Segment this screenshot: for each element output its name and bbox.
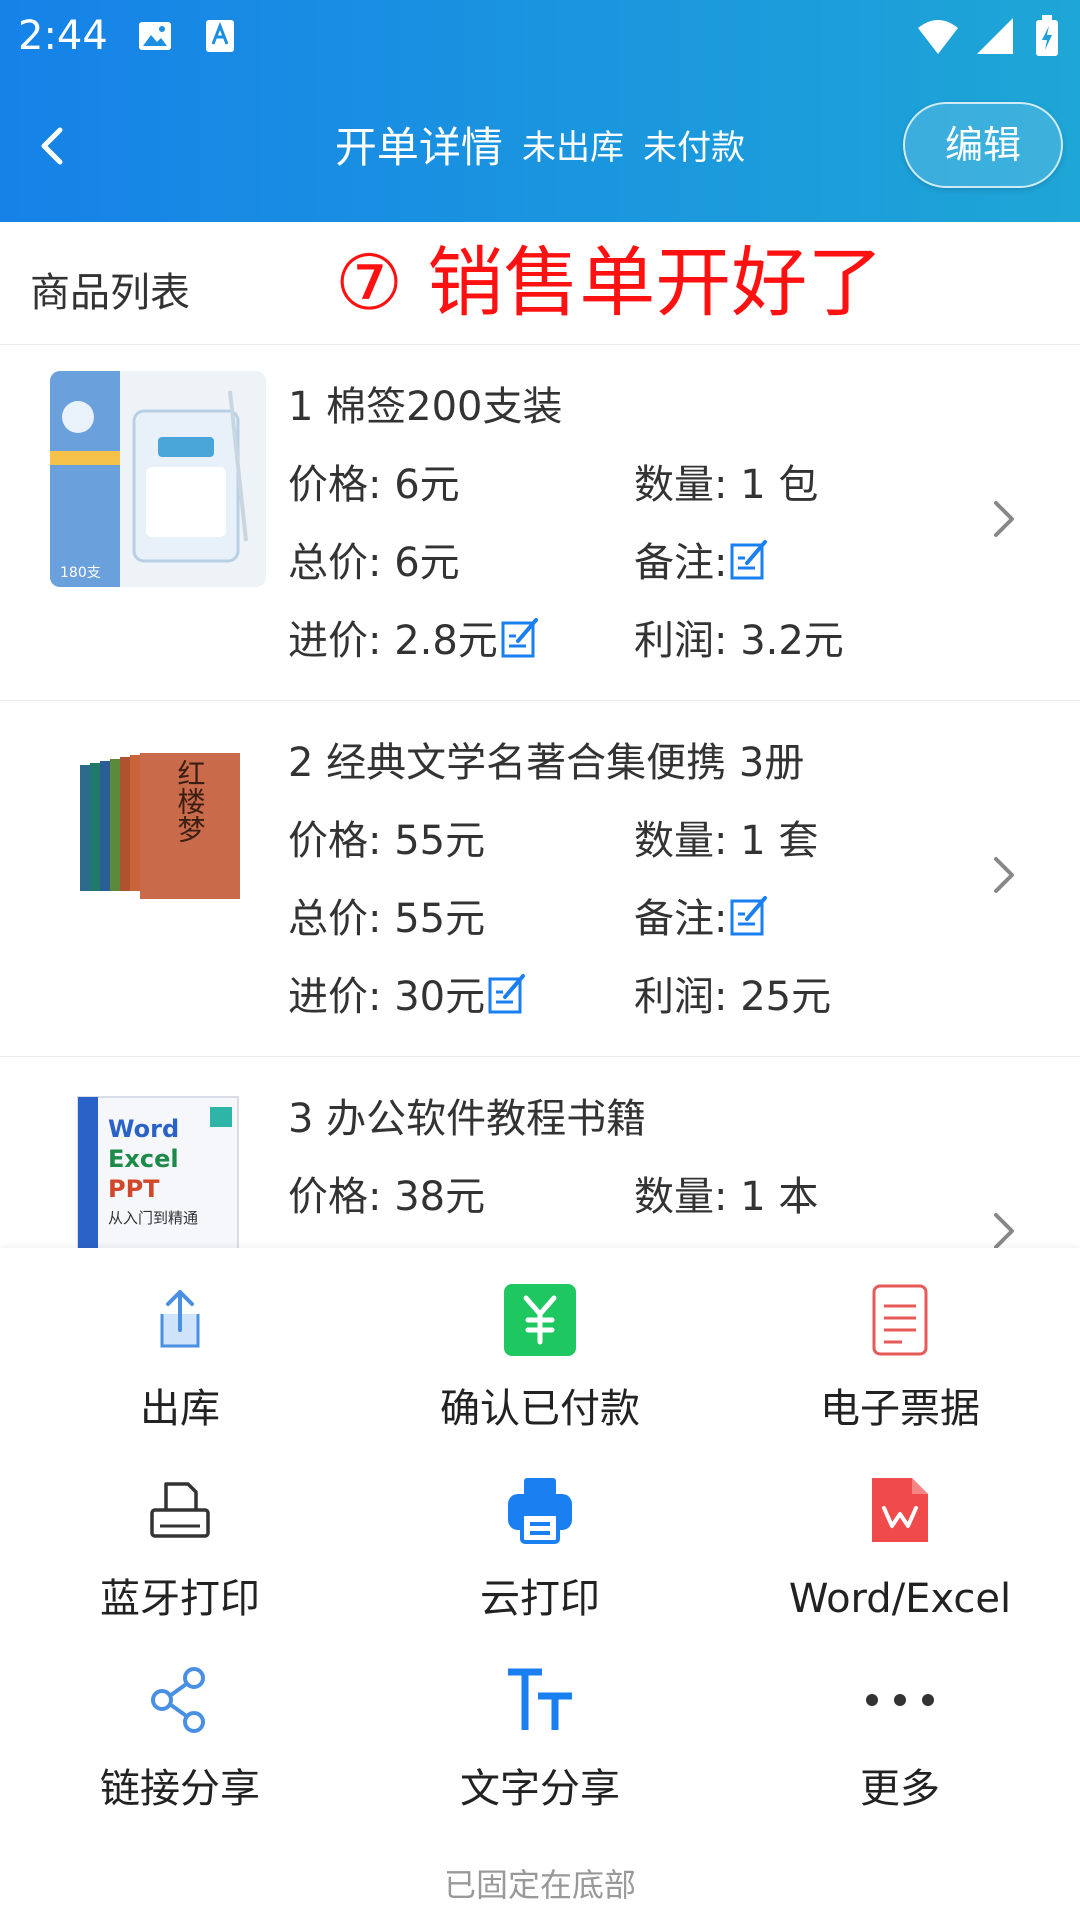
edit-remark-icon[interactable] <box>729 538 769 582</box>
text-size-icon <box>508 1668 572 1730</box>
thumb-ppt-text: PPT <box>108 1175 160 1203</box>
product-remark: 备注: <box>634 896 728 942</box>
signal-icon <box>976 18 1013 54</box>
action-label: 更多 <box>860 1766 940 1812</box>
thumb-box-text: 180支 <box>60 565 101 581</box>
product-image-cotton-swabs: 180支 <box>50 371 266 587</box>
product-quantity: 数量: 1 包 <box>634 462 819 508</box>
document-icon <box>872 1284 928 1356</box>
product-quantity: 数量: 1 本 <box>634 1174 819 1220</box>
edit-remark-icon[interactable] <box>729 894 769 938</box>
product-total: 总价: 55元 <box>288 896 486 942</box>
product-list: 180支 1 棉签200支装 价格: 6元 数量: 1 包 总价: 6元 备注:… <box>0 345 1080 1248</box>
link-share-button[interactable]: 链接分享 <box>0 1628 360 1818</box>
product-name: 3 办公软件教程书籍 <box>288 1096 647 1142</box>
product-total: 总价: 6元 <box>288 540 460 586</box>
product-row[interactable]: 红楼梦 2 经典文学名著合集便携 3册 价格: 55元 数量: 1 套 总价: … <box>0 701 1080 1057</box>
chevron-right-icon <box>994 1213 1014 1248</box>
gallery-icon <box>139 22 171 50</box>
product-name: 2 经典文学名著合集便携 3册 <box>288 740 805 786</box>
wifi-icon <box>917 20 958 54</box>
product-price: 价格: 55元 <box>288 818 486 864</box>
action-label: 链接分享 <box>100 1766 260 1812</box>
payment-status: 未付款 <box>643 128 746 168</box>
cloud-printer-icon <box>508 1478 572 1544</box>
status-icons <box>916 14 1060 58</box>
section-title: 商品列表 <box>30 270 190 316</box>
action-sheet: 出库 确认已付款 电子票据 蓝牙打印 云打印 Word/Excel 链接分享 文… <box>0 1248 1080 1920</box>
action-label: 蓝牙打印 <box>100 1576 260 1622</box>
product-cost: 进价: 30元 <box>288 974 486 1020</box>
action-label: 云打印 <box>480 1576 600 1622</box>
thumb-word-text: Word <box>108 1115 179 1143</box>
product-name: 1 棉签200支装 <box>288 384 563 430</box>
product-row[interactable]: Word Excel PPT 从入门到精通 3 办公软件教程书籍 价格: 38元… <box>0 1057 1080 1248</box>
shipping-status: 未出库 <box>522 128 624 168</box>
e-receipt-button[interactable]: 电子票据 <box>720 1248 1080 1438</box>
product-image-office-book: Word Excel PPT 从入门到精通 <box>50 1083 266 1248</box>
word-excel-button[interactable]: Word/Excel <box>720 1438 1080 1628</box>
action-label: 出库 <box>140 1386 220 1432</box>
thumb-excel-text: Excel <box>108 1145 179 1173</box>
action-label: 电子票据 <box>820 1386 980 1432</box>
thumb-side-text: 从入门到精通 <box>108 1209 198 1227</box>
bluetooth-printer-icon <box>150 1482 210 1538</box>
wps-file-icon <box>872 1478 928 1542</box>
edit-cost-icon[interactable] <box>487 972 527 1016</box>
more-button[interactable]: 更多 <box>720 1628 1080 1818</box>
product-profit: 利润: 3.2元 <box>634 618 844 664</box>
action-label: 确认已付款 <box>440 1386 640 1432</box>
text-share-button[interactable]: 文字分享 <box>360 1628 720 1818</box>
product-cost-field: 进价: 2.8元 <box>288 613 540 669</box>
product-remark: 备注: <box>634 540 728 586</box>
product-cost-field: 进价: 30元 <box>288 969 527 1025</box>
product-list-header: 商品列表 ⑦ 销售单开好了 <box>0 222 1080 345</box>
cloud-print-button[interactable]: 云打印 <box>360 1438 720 1628</box>
product-remark-field: 备注: <box>634 891 769 947</box>
upload-icon <box>160 1290 200 1348</box>
product-price: 价格: 38元 <box>288 1174 486 1220</box>
edit-cost-icon[interactable] <box>500 616 540 660</box>
bluetooth-print-button[interactable]: 蓝牙打印 <box>0 1438 360 1628</box>
product-profit: 利润: 25元 <box>634 974 832 1020</box>
annotation-note: ⑦ 销售单开好了 <box>335 238 884 327</box>
product-remark-field: 备注: <box>634 535 769 591</box>
product-row[interactable]: 180支 1 棉签200支装 价格: 6元 数量: 1 包 总价: 6元 备注:… <box>0 345 1080 701</box>
share-icon <box>151 1667 205 1733</box>
product-price: 价格: 6元 <box>288 462 460 508</box>
action-label: Word/Excel <box>788 1576 1012 1622</box>
chevron-right-icon <box>994 501 1014 537</box>
battery-charging-icon <box>1036 15 1058 56</box>
more-dots-icon <box>866 1694 934 1706</box>
action-label: 文字分享 <box>460 1766 620 1812</box>
product-cost: 进价: 2.8元 <box>288 618 498 664</box>
page-title: 开单详情 <box>334 123 503 172</box>
status-bar: 2:44 <box>0 0 1080 72</box>
status-time: 2:44 <box>18 13 108 59</box>
ship-out-button[interactable]: 出库 <box>0 1248 360 1438</box>
pinned-hint: 已固定在底部 <box>443 1866 636 1904</box>
app-header: 2:44 开单详情 未出库 未付款 编辑 <box>0 0 1080 222</box>
edit-button[interactable]: 编辑 <box>903 102 1063 188</box>
yuan-payment-icon <box>504 1284 576 1356</box>
product-quantity: 数量: 1 套 <box>634 818 819 864</box>
chevron-right-icon <box>994 857 1014 893</box>
thumb-cover-text: 红楼梦 <box>174 759 207 843</box>
confirm-paid-button[interactable]: 确认已付款 <box>360 1248 720 1438</box>
product-image-literature-set: 红楼梦 <box>50 727 266 943</box>
text-a-icon <box>206 20 234 52</box>
